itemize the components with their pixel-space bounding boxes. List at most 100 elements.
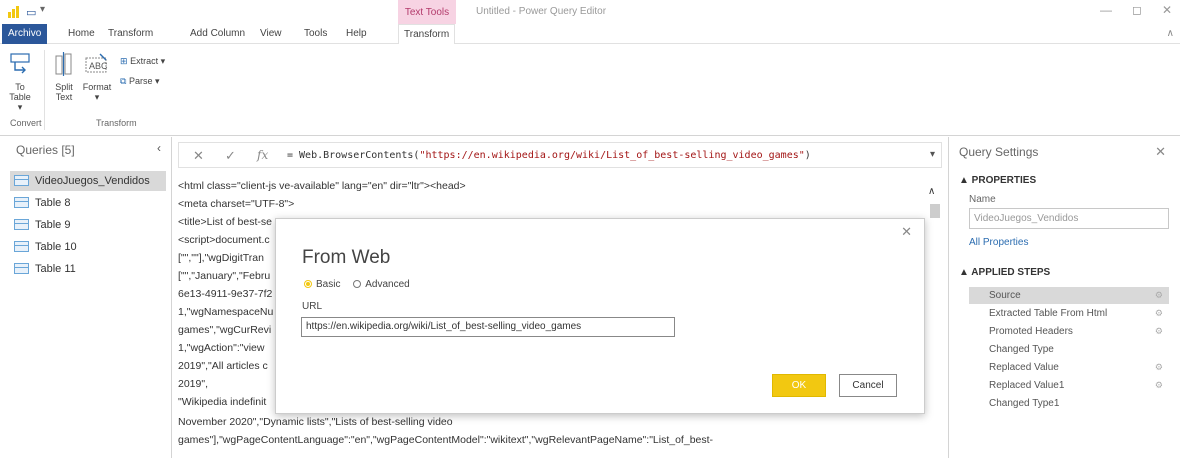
dialog-title: From Web	[302, 247, 391, 268]
format-label-1: Format	[82, 82, 112, 92]
content-line: <script>document.c	[178, 234, 270, 246]
applied-step[interactable]: Extracted Table From Html ⚙	[969, 305, 1169, 322]
context-tab-title: Text Tools	[398, 0, 456, 24]
applied-step-label: Extracted Table From Html	[989, 308, 1108, 319]
applied-step[interactable]: Source ⚙	[969, 287, 1169, 304]
query-settings-title: Query Settings	[959, 145, 1039, 159]
split-text-label-1: Split	[55, 82, 73, 92]
tab-file[interactable]: Archivo	[2, 24, 48, 44]
table-icon	[14, 241, 29, 252]
query-item[interactable]: VideoJuegos_Vendidos	[10, 171, 166, 191]
tab-tools[interactable]: Tools	[304, 24, 327, 44]
ok-button[interactable]: OK	[772, 374, 826, 397]
split-text-label-2: Text	[55, 92, 73, 102]
close-query-settings-icon[interactable]: ✕	[1155, 144, 1166, 160]
restore-button[interactable]: ◻	[1132, 3, 1142, 17]
query-name-input[interactable]: VideoJuegos_Vendidos	[969, 208, 1169, 229]
applied-step[interactable]: Replaced Value1 ⚙	[969, 377, 1169, 394]
ribbon-collapse-icon[interactable]: ∧	[1167, 28, 1174, 39]
tab-text-tools-transform[interactable]: Transform	[398, 24, 456, 45]
svg-text:ABC: ABC	[89, 61, 108, 71]
table-icon	[14, 263, 29, 274]
tab-home[interactable]: Home	[68, 24, 95, 44]
applied-step-label: Source	[989, 290, 1021, 301]
query-item-label: Table 10	[35, 241, 77, 253]
query-item-label: Table 9	[35, 219, 71, 231]
applied-step[interactable]: Changed Type1	[969, 395, 1169, 412]
properties-header[interactable]: ▲ PROPERTIES	[959, 175, 1036, 186]
applied-step-label: Promoted Headers	[989, 326, 1073, 337]
gear-icon[interactable]: ⚙	[1155, 377, 1163, 394]
content-line: ["",""],"wgDigitTran	[178, 252, 264, 264]
name-label: Name	[969, 194, 996, 205]
scroll-thumb[interactable]	[930, 204, 940, 218]
cancel-formula-icon[interactable]: ✕	[193, 148, 204, 164]
extract-icon: ⊞	[120, 56, 128, 66]
split-text-icon	[55, 52, 72, 76]
ribbon-tabs: Archivo Home Transform Add Column View T…	[0, 24, 1180, 45]
minimize-button[interactable]: —	[1100, 3, 1112, 17]
gear-icon[interactable]: ⚙	[1155, 287, 1163, 304]
vertical-scrollbar[interactable]: ∧	[928, 186, 942, 458]
to-table-label-2: Table ▾	[9, 92, 31, 112]
applied-step[interactable]: Replaced Value ⚙	[969, 359, 1169, 376]
advanced-radio-label[interactable]: Advanced	[365, 279, 409, 290]
content-line: <html class="client-js ve-available" lan…	[178, 180, 466, 192]
tab-add-column[interactable]: Add Column	[190, 24, 245, 44]
applied-step[interactable]: Promoted Headers ⚙	[969, 323, 1169, 340]
applied-step-label: Replaced Value	[989, 362, 1059, 373]
content-line: November 2020","Dynamic lists","Lists of…	[178, 416, 453, 428]
extract-label: Extract ▾	[130, 56, 166, 66]
query-item-label: Table 11	[35, 263, 76, 275]
format-button[interactable]: ABC Format ▾	[82, 52, 112, 102]
quick-access-dropdown-icon[interactable]: ▾	[40, 4, 45, 15]
save-icon[interactable]: ▭	[26, 6, 36, 19]
formula-input[interactable]: = Web.BrowserContents("https://en.wikipe…	[287, 150, 811, 161]
content-line: games","wgCurRevi	[178, 324, 272, 336]
split-text-button[interactable]: Split Text	[52, 52, 76, 102]
extract-button[interactable]: ⊞ Extract ▾	[120, 56, 165, 67]
basic-radio[interactable]	[304, 280, 312, 288]
query-item[interactable]: Table 8	[10, 193, 166, 213]
applied-step-label: Changed Type	[989, 344, 1054, 355]
gear-icon[interactable]: ⚙	[1155, 305, 1163, 322]
content-line: "Wikipedia indefinit	[178, 396, 267, 408]
content-line: <meta charset="UTF-8">	[178, 198, 295, 210]
to-table-icon	[10, 53, 30, 74]
applied-step[interactable]: Changed Type	[969, 341, 1169, 358]
tab-help[interactable]: Help	[346, 24, 367, 44]
queries-header: Queries [5]	[16, 143, 75, 157]
powerbi-logo-icon	[8, 6, 20, 18]
from-web-dialog: ✕ From Web Basic Advanced URL https://en…	[275, 218, 925, 414]
query-item[interactable]: Table 10	[10, 237, 166, 257]
table-icon	[14, 197, 29, 208]
cancel-button[interactable]: Cancel	[839, 374, 897, 397]
tab-view[interactable]: View	[260, 24, 282, 44]
query-item-label: Table 8	[35, 197, 71, 209]
basic-radio-label[interactable]: Basic	[316, 279, 340, 290]
close-window-button[interactable]: ✕	[1162, 3, 1172, 17]
content-line: games"],"wgPageContentLanguage":"en","wg…	[178, 434, 714, 446]
scroll-up-icon[interactable]: ∧	[928, 186, 935, 197]
url-label: URL	[302, 301, 323, 312]
query-item[interactable]: Table 11	[10, 259, 166, 279]
close-dialog-icon[interactable]: ✕	[901, 224, 912, 240]
table-icon	[14, 175, 29, 186]
query-item[interactable]: Table 9	[10, 215, 166, 235]
to-table-button[interactable]: To Table ▾	[8, 52, 32, 112]
commit-formula-icon[interactable]: ✓	[225, 148, 236, 164]
fx-icon[interactable]: fx	[257, 148, 268, 162]
formula-url-string: "https://en.wikipedia.org/wiki/List_of_b…	[419, 150, 805, 161]
expand-formula-icon[interactable]: ▾	[930, 149, 935, 160]
tab-transform[interactable]: Transform	[108, 24, 153, 44]
content-line: 6e13-4911-9e37-7f2	[178, 288, 273, 300]
collapse-queries-icon[interactable]: ‹	[157, 141, 161, 155]
advanced-radio[interactable]	[353, 280, 362, 288]
url-input[interactable]: https://en.wikipedia.org/wiki/List_of_be…	[301, 317, 675, 337]
group-transform-label: Transform	[96, 118, 137, 128]
all-properties-link[interactable]: All Properties	[969, 237, 1028, 248]
gear-icon[interactable]: ⚙	[1155, 323, 1163, 340]
parse-button[interactable]: ⧉ Parse ▾	[120, 76, 159, 87]
gear-icon[interactable]: ⚙	[1155, 359, 1163, 376]
applied-steps-header[interactable]: ▲ APPLIED STEPS	[959, 267, 1050, 278]
